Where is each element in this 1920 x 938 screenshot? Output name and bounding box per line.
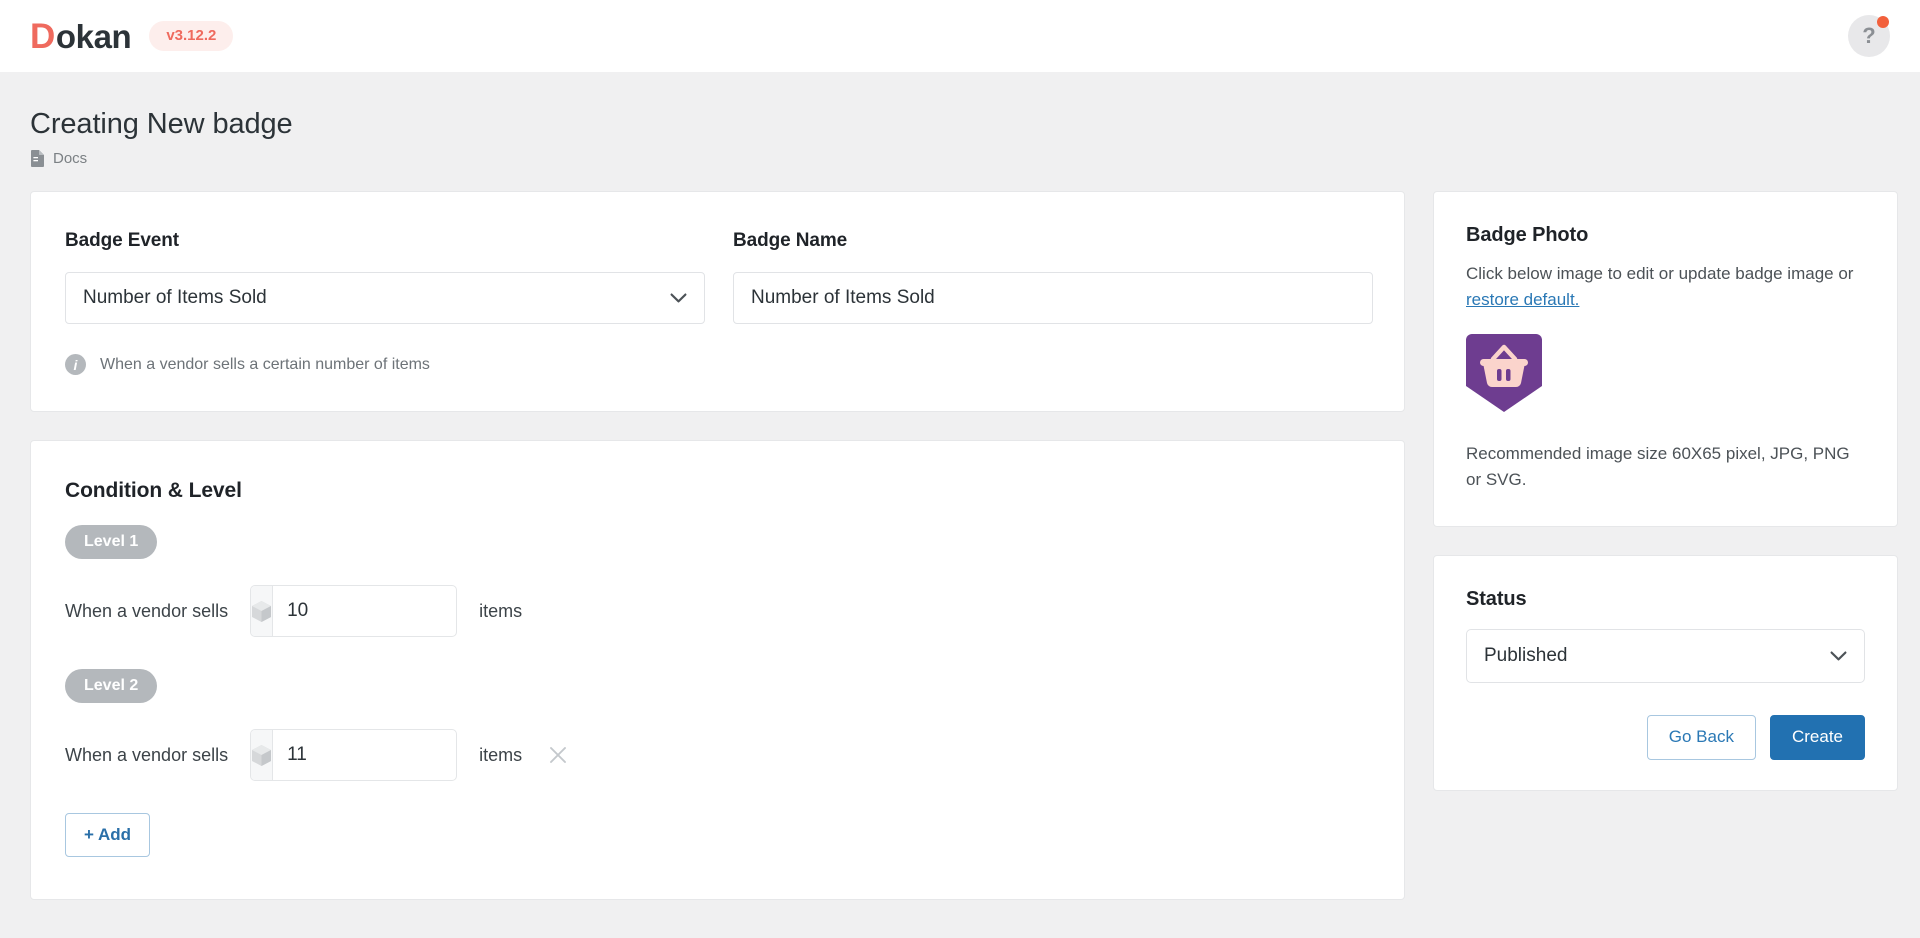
badge-photo-description-text: Click below image to edit or update badg…	[1466, 264, 1854, 283]
status-selected-value: Published	[1484, 645, 1568, 666]
create-button[interactable]: Create	[1769, 715, 1865, 760]
chevron-down-icon	[670, 293, 687, 302]
badge-event-hint-text: When a vendor sells a certain number of …	[100, 355, 430, 373]
badge-photo-card: Badge Photo Click below image to edit or…	[1433, 191, 1898, 527]
badge-event-card: Badge Event Number of Items Sold Badge N…	[30, 191, 1405, 412]
condition-value-group	[250, 729, 458, 781]
side-column: Badge Photo Click below image to edit or…	[1433, 191, 1898, 791]
remove-level-icon[interactable]	[548, 745, 568, 765]
help-question-icon: ?	[1862, 23, 1876, 48]
status-actions: Go Back Create	[1466, 715, 1865, 760]
badge-name-input[interactable]	[733, 272, 1373, 324]
condition-level-card: Condition & Level Level 1 When a vendor …	[30, 440, 1405, 900]
badge-event-fields: Badge Event Number of Items Sold Badge N…	[65, 230, 1373, 324]
badge-event-label: Badge Event	[65, 230, 179, 251]
box-icon	[252, 600, 272, 622]
notification-dot-icon	[1877, 16, 1889, 28]
condition-section-title: Condition & Level	[65, 479, 242, 502]
status-select[interactable]: Published	[1466, 629, 1865, 683]
badge-photo-description: Click below image to edit or update badg…	[1466, 261, 1865, 312]
condition-row: When a vendor sells items	[65, 585, 1368, 637]
version-badge: v3.12.2	[149, 21, 234, 51]
go-back-button[interactable]: Go Back	[1646, 715, 1756, 760]
badge-event-field: Badge Event Number of Items Sold	[65, 230, 705, 324]
help-button[interactable]: ?	[1848, 15, 1890, 57]
restore-default-link[interactable]: restore default.	[1466, 290, 1579, 309]
condition-prefix-label: When a vendor sells	[65, 600, 229, 621]
box-icon-addon	[251, 730, 274, 780]
document-icon	[31, 150, 44, 167]
logo-d-mark: D	[30, 16, 55, 56]
page-title: Creating New badge	[30, 108, 293, 140]
condition-value-input[interactable]	[273, 730, 457, 780]
badge-name-field: Badge Name	[733, 230, 1373, 324]
badge-photo-image[interactable]	[1466, 334, 1542, 412]
docs-label: Docs	[53, 150, 88, 167]
level-group: Level 2 When a vendor sells 11 items	[65, 669, 1368, 781]
logo-wordmark: okan	[55, 17, 132, 55]
status-title: Status	[1466, 588, 1527, 610]
box-icon-addon	[251, 586, 274, 636]
box-icon	[252, 744, 272, 766]
condition-value-input[interactable]	[273, 586, 457, 636]
badge-event-hint: i When a vendor sells a certain number o…	[65, 354, 1368, 375]
condition-row: When a vendor sells items	[65, 729, 1368, 781]
condition-prefix-label: When a vendor sells	[65, 744, 229, 765]
main-column: Badge Event Number of Items Sold Badge N…	[30, 191, 1405, 900]
condition-unit-label: items	[479, 744, 523, 765]
level-group: Level 1 When a vendor sells 10 items	[65, 525, 1368, 637]
logo-text: Dokan	[30, 16, 132, 56]
top-bar: Dokan v3.12.2 ?	[0, 0, 1920, 72]
badge-photo-title: Badge Photo	[1466, 224, 1589, 246]
level-pill: Level 1	[65, 525, 158, 559]
status-card: Status Published Go Back Create	[1433, 555, 1898, 791]
badge-event-select[interactable]: Number of Items Sold	[65, 272, 705, 324]
badge-name-label: Badge Name	[733, 230, 848, 251]
level-pill: Level 2	[65, 669, 158, 703]
chevron-down-icon	[1830, 651, 1847, 660]
condition-value-group	[250, 585, 458, 637]
page-body: Creating New badge Docs Badge Event Numb…	[0, 72, 1920, 900]
badge-event-selected-value: Number of Items Sold	[83, 287, 267, 308]
content-layout: Badge Event Number of Items Sold Badge N…	[30, 191, 1898, 900]
condition-unit-label: items	[479, 600, 523, 621]
info-icon: i	[65, 354, 86, 375]
docs-link[interactable]: Docs	[30, 150, 87, 167]
badge-photo-recommendation: Recommended image size 60X65 pixel, JPG,…	[1466, 444, 1850, 489]
brand-logo: Dokan v3.12.2	[30, 16, 234, 56]
add-level-button[interactable]: + Add	[65, 813, 151, 857]
